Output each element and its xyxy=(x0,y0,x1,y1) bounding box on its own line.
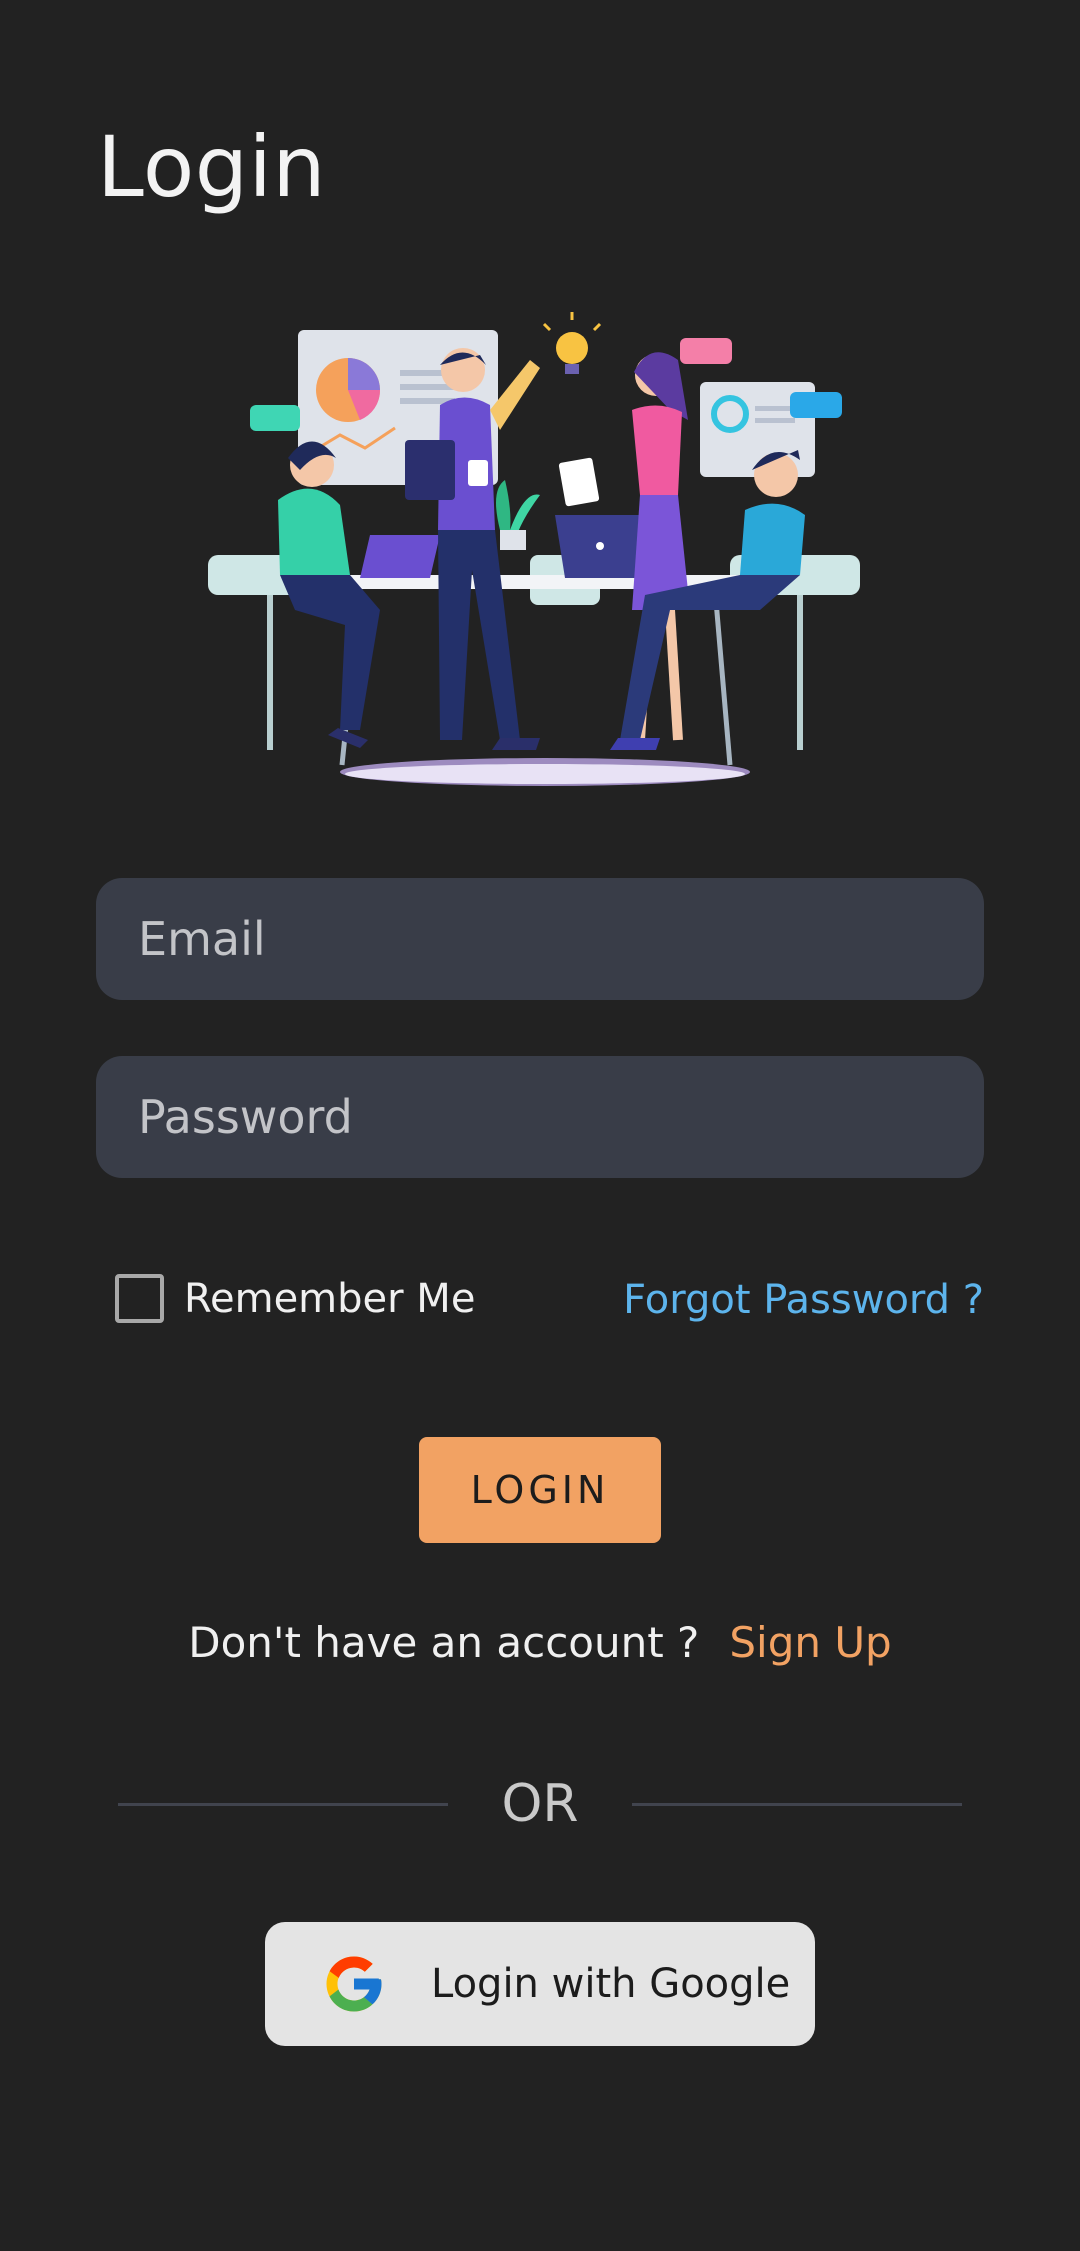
divider-right xyxy=(632,1803,962,1806)
remember-me-checkbox[interactable] xyxy=(115,1274,164,1323)
forgot-password-link[interactable]: Forgot Password ? xyxy=(623,1277,984,1323)
google-logo-icon xyxy=(326,1956,382,2012)
page-title: Login xyxy=(97,118,327,216)
login-button[interactable]: LOGIN xyxy=(419,1437,661,1543)
team-meeting-illustration xyxy=(208,312,860,786)
email-input[interactable] xyxy=(138,912,984,966)
remember-me-row[interactable]: Remember Me xyxy=(115,1274,475,1323)
password-field[interactable] xyxy=(96,1056,984,1178)
google-login-button[interactable]: Login with Google xyxy=(265,1922,815,2046)
email-field[interactable] xyxy=(96,878,984,1000)
signup-row: Don't have an account ? Sign Up xyxy=(0,1618,1080,1667)
google-login-label: Login with Google xyxy=(431,1961,791,2007)
signup-link[interactable]: Sign Up xyxy=(729,1618,891,1667)
signup-prompt: Don't have an account ? xyxy=(188,1618,700,1667)
password-input[interactable] xyxy=(138,1090,984,1144)
remember-me-label[interactable]: Remember Me xyxy=(184,1276,475,1322)
